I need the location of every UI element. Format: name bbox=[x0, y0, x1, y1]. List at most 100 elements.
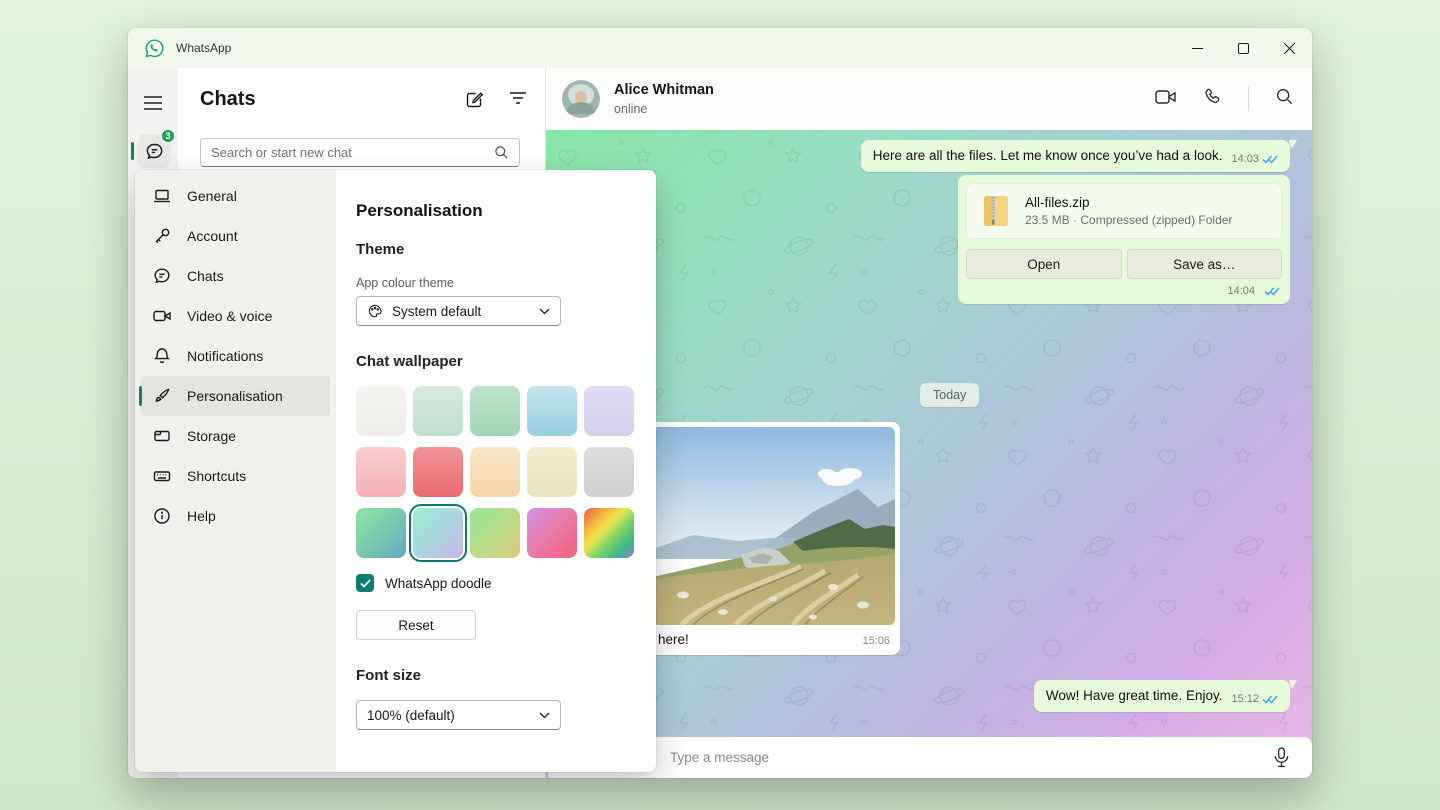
filter-chats-button[interactable] bbox=[509, 90, 527, 115]
save-as-button[interactable]: Save as… bbox=[1127, 249, 1283, 279]
minimize-button[interactable] bbox=[1174, 28, 1220, 68]
general-icon bbox=[152, 186, 172, 206]
message-input[interactable] bbox=[548, 749, 1273, 766]
wallpaper-swatch[interactable] bbox=[470, 386, 520, 436]
wallpaper-swatch-selected[interactable] bbox=[413, 508, 463, 558]
chat-wallpaper: Here are all the files. Let me know once… bbox=[546, 130, 1312, 778]
shortcuts-icon bbox=[152, 466, 172, 486]
message-text: Wow! Have great time. Enjoy. bbox=[1046, 687, 1223, 705]
panel-title: Personalisation bbox=[356, 200, 636, 222]
new-chat-icon bbox=[464, 90, 484, 110]
wallpaper-swatch[interactable] bbox=[584, 447, 634, 497]
voice-call-button[interactable] bbox=[1203, 87, 1222, 111]
wallpaper-swatch[interactable] bbox=[527, 386, 577, 436]
settings-menu-label: Help bbox=[187, 508, 216, 524]
wallpaper-swatch[interactable] bbox=[470, 447, 520, 497]
wallpaper-swatch[interactable] bbox=[527, 447, 577, 497]
photo-mountain-landscape bbox=[653, 427, 895, 625]
settings-menu-item-account[interactable]: Account bbox=[141, 216, 330, 256]
palette-icon bbox=[367, 303, 383, 319]
wallpaper-swatch[interactable] bbox=[584, 508, 634, 558]
wallpaper-swatch[interactable] bbox=[356, 447, 406, 497]
reset-button[interactable]: Reset bbox=[356, 610, 476, 640]
new-chat-button[interactable] bbox=[464, 90, 484, 115]
storage-icon bbox=[152, 426, 172, 446]
settings-menu: General Account Chats Video & voice Notifica… bbox=[135, 170, 336, 772]
settings-menu-label: Notifications bbox=[187, 348, 263, 364]
settings-menu-item-personalisation[interactable]: Personalisation bbox=[141, 376, 330, 416]
wallpaper-swatch[interactable] bbox=[527, 508, 577, 558]
whatsapp-window: WhatsApp bbox=[128, 28, 1312, 778]
rail-chats-button[interactable]: 3 bbox=[137, 134, 171, 168]
date-divider: Today bbox=[920, 383, 979, 407]
zip-file-icon bbox=[979, 194, 1013, 228]
whatsapp-logo-icon bbox=[144, 38, 165, 59]
wallpaper-swatch[interactable] bbox=[470, 508, 520, 558]
account-icon bbox=[152, 226, 172, 246]
close-button[interactable] bbox=[1266, 28, 1312, 68]
personalisation-panel: Personalisation Theme App colour theme S… bbox=[336, 170, 656, 772]
settings-menu-item-help[interactable]: Help bbox=[141, 496, 330, 536]
message-outgoing[interactable]: Here are all the files. Let me know once… bbox=[861, 140, 1290, 172]
checkbox-checked-icon[interactable] bbox=[356, 574, 374, 592]
doodle-checkbox-label: WhatsApp doodle bbox=[385, 576, 492, 591]
window-controls bbox=[1174, 28, 1312, 68]
header-divider bbox=[1248, 87, 1249, 111]
wallpaper-swatch-grid bbox=[356, 386, 636, 558]
settings-menu-label: Chats bbox=[187, 268, 224, 284]
unread-badge: 3 bbox=[160, 128, 176, 144]
message-time: 15:12 bbox=[1231, 693, 1259, 705]
doodle-checkbox-row[interactable]: WhatsApp doodle bbox=[356, 574, 636, 592]
font-size-dropdown[interactable]: 100% (default) bbox=[356, 700, 561, 730]
settings-menu-label: Storage bbox=[187, 428, 236, 444]
maximize-button[interactable] bbox=[1220, 28, 1266, 68]
file-attachment[interactable]: All-files.zip 23.5 MB · Compressed (zipp… bbox=[966, 183, 1282, 239]
contact-avatar[interactable] bbox=[562, 80, 600, 118]
theme-heading: Theme bbox=[356, 240, 636, 260]
chevron-down-icon bbox=[539, 712, 550, 719]
maximize-icon bbox=[1238, 43, 1249, 54]
settings-menu-item-shortcuts[interactable]: Shortcuts bbox=[141, 456, 330, 496]
contact-status: online bbox=[614, 102, 647, 116]
wallpaper-swatch[interactable] bbox=[413, 447, 463, 497]
settings-menu-item-notifications[interactable]: Notifications bbox=[141, 336, 330, 376]
font-size-heading: Font size bbox=[356, 666, 636, 686]
message-photo-incoming[interactable]: here! 15:06 bbox=[648, 422, 900, 655]
wallpaper-swatch[interactable] bbox=[356, 508, 406, 558]
menu-button[interactable] bbox=[136, 86, 170, 120]
message-time: 14:04 bbox=[1227, 285, 1255, 297]
phone-icon bbox=[1203, 87, 1222, 106]
settings-menu-item-chats[interactable]: Chats bbox=[141, 256, 330, 296]
theme-dropdown[interactable]: System default bbox=[356, 296, 561, 326]
settings-menu-item-storage[interactable]: Storage bbox=[141, 416, 330, 456]
hamburger-icon bbox=[144, 96, 162, 110]
titlebar: WhatsApp bbox=[128, 28, 1312, 68]
app-colour-theme-label: App colour theme bbox=[356, 276, 636, 290]
wallpaper-swatch[interactable] bbox=[356, 386, 406, 436]
rail-active-indicator bbox=[131, 142, 134, 160]
contact-name[interactable]: Alice Whitman bbox=[614, 82, 714, 98]
settings-menu-item-general[interactable]: General bbox=[141, 176, 330, 216]
message-outgoing[interactable]: Wow! Have great time. Enjoy. 15:12 bbox=[1034, 680, 1290, 712]
settings-menu-item-video-voice[interactable]: Video & voice bbox=[141, 296, 330, 336]
message-file-outgoing[interactable]: All-files.zip 23.5 MB · Compressed (zipp… bbox=[958, 175, 1290, 304]
chevron-down-icon bbox=[539, 308, 550, 315]
search-input[interactable]: Search or start new chat bbox=[200, 138, 520, 167]
video-call-button[interactable] bbox=[1155, 88, 1177, 111]
search-in-chat-button[interactable] bbox=[1275, 87, 1294, 111]
message-time: 15:06 bbox=[862, 635, 890, 647]
wallpaper-heading: Chat wallpaper bbox=[356, 352, 636, 372]
desktop: WhatsApp bbox=[0, 0, 1440, 810]
open-file-button[interactable]: Open bbox=[966, 249, 1122, 279]
selected-indicator bbox=[139, 386, 142, 406]
message-text: Here are all the files. Let me know once… bbox=[873, 147, 1223, 165]
read-ticks-icon bbox=[1264, 286, 1280, 296]
search-placeholder: Search or start new chat bbox=[211, 145, 494, 160]
message-time: 14:03 bbox=[1231, 153, 1259, 165]
microphone-icon[interactable] bbox=[1273, 747, 1290, 768]
file-meta: 23.5 MB · Compressed (zipped) Folder bbox=[1025, 213, 1232, 227]
wallpaper-swatch[interactable] bbox=[584, 386, 634, 436]
conversation-panel: Alice Whitman online bbox=[546, 68, 1312, 778]
wallpaper-swatch[interactable] bbox=[413, 386, 463, 436]
settings-menu-label: General bbox=[187, 188, 237, 204]
